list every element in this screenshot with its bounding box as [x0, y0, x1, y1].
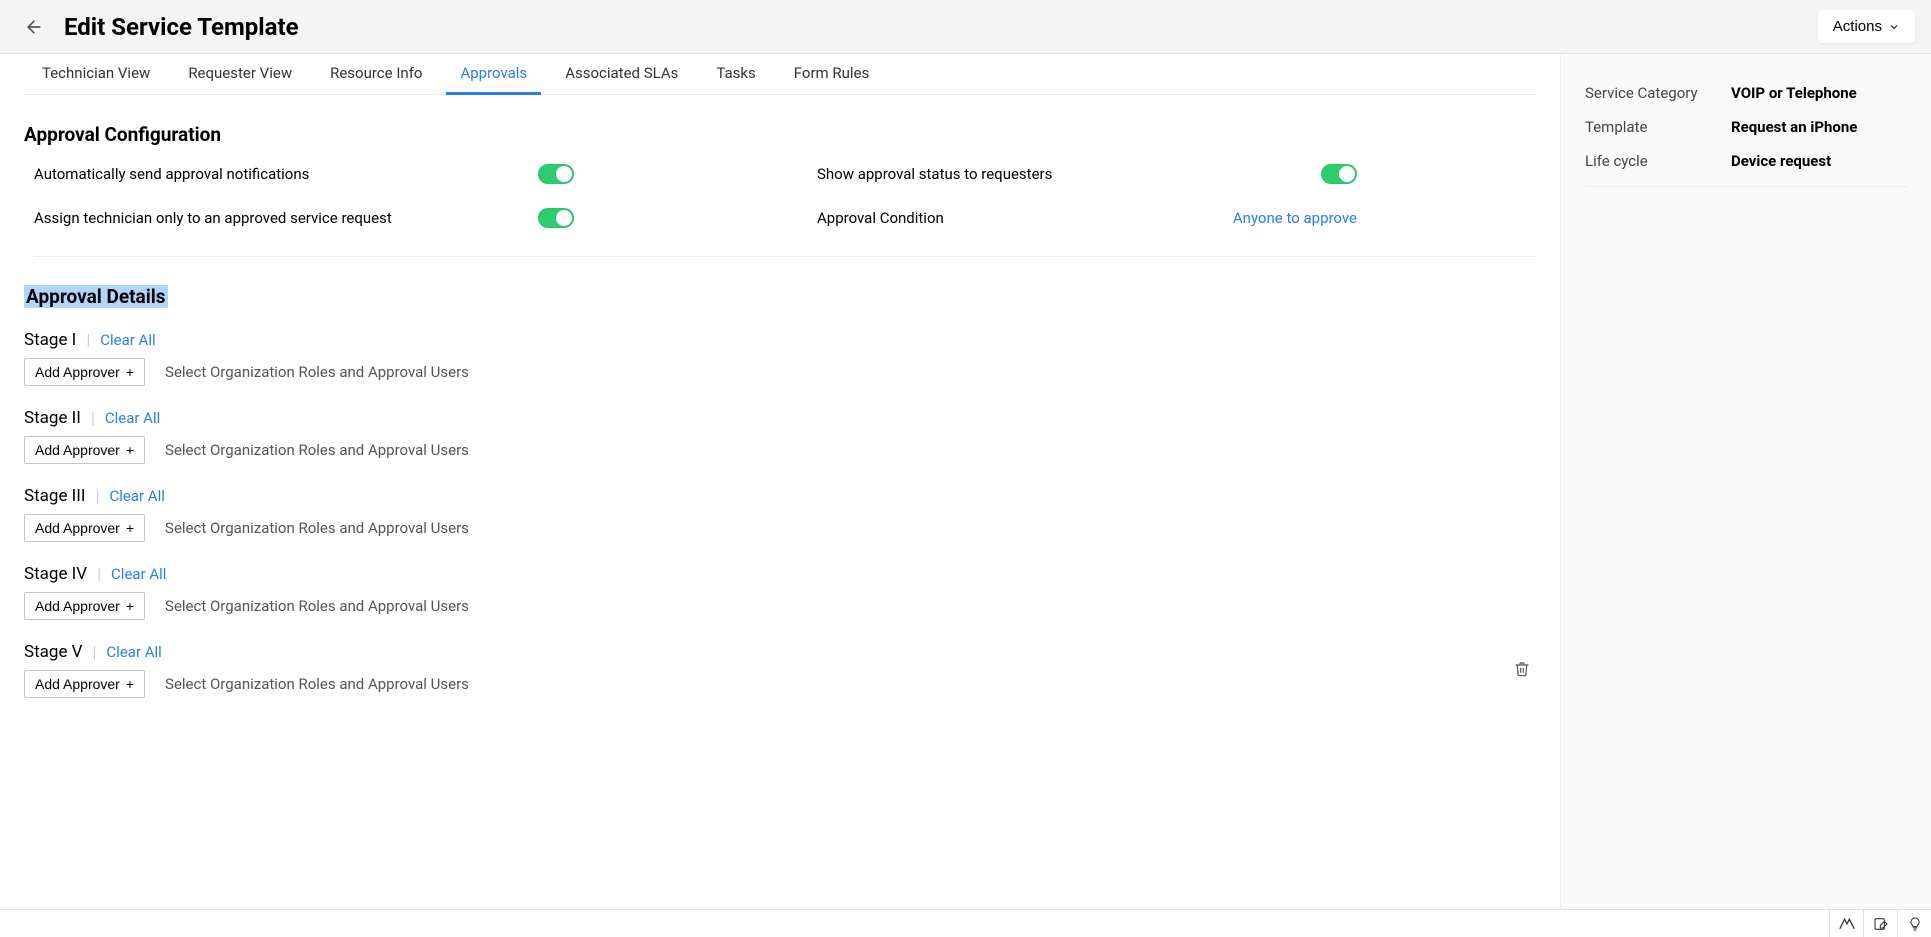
add-approver-label: Add Approver [35, 364, 120, 380]
tab-tasks[interactable]: Tasks [712, 54, 759, 94]
stage-4: Stage IV | Clear All Add Approver + Sele… [24, 564, 1536, 620]
separator: | [91, 408, 95, 427]
tab-associated-slas[interactable]: Associated SLAs [561, 54, 682, 94]
page-title: Edit Service Template [64, 13, 299, 41]
approver-placeholder: Select Organization Roles and Approval U… [165, 597, 469, 615]
clear-all-link[interactable]: Clear All [105, 409, 160, 427]
tab-technician-view[interactable]: Technician View [38, 54, 154, 94]
side-label: Life cycle [1585, 152, 1715, 170]
plus-icon: + [126, 598, 134, 614]
toggle-auto-notify[interactable] [538, 164, 574, 184]
tab-resource-info[interactable]: Resource Info [326, 54, 426, 94]
side-label: Service Category [1585, 84, 1715, 102]
config-label: Show approval status to requesters [817, 165, 1052, 183]
stage-name: Stage III [24, 486, 86, 506]
approver-placeholder: Select Organization Roles and Approval U… [165, 363, 469, 381]
config-row-approval-condition: Approval Condition Anyone to approve [817, 208, 1357, 228]
side-value: Request an iPhone [1731, 118, 1907, 136]
stage-name: Stage II [24, 408, 81, 428]
separator: | [96, 486, 100, 505]
clear-all-link[interactable]: Clear All [109, 487, 164, 505]
layout: Technician View Requester View Resource … [0, 54, 1931, 909]
clear-all-link[interactable]: Clear All [106, 643, 161, 661]
tab-form-rules[interactable]: Form Rules [790, 54, 874, 94]
toggle-assign-tech[interactable] [538, 208, 574, 228]
config-row-show-status: Show approval status to requesters [817, 164, 1357, 184]
separator: | [93, 642, 97, 661]
separator: | [97, 564, 101, 583]
stage-1: Stage I | Clear All Add Approver + Selec… [24, 330, 1536, 386]
main-panel: Technician View Requester View Resource … [0, 54, 1561, 909]
bottom-bar [0, 909, 1931, 937]
approver-placeholder: Select Organization Roles and Approval U… [165, 441, 469, 459]
stage-name: Stage V [24, 642, 83, 662]
approver-placeholder: Select Organization Roles and Approval U… [165, 519, 469, 537]
tab-approvals[interactable]: Approvals [456, 54, 531, 94]
config-label: Approval Condition [817, 209, 944, 227]
stage-2: Stage II | Clear All Add Approver + Sele… [24, 408, 1536, 464]
chevron-down-icon [1888, 21, 1900, 33]
stage-5: Stage V | Clear All Add Approver + Selec… [24, 642, 1536, 698]
stage-3: Stage III | Clear All Add Approver + Sel… [24, 486, 1536, 542]
approval-condition-link[interactable]: Anyone to approve [1233, 209, 1357, 227]
add-approver-button[interactable]: Add Approver + [24, 514, 145, 542]
add-approver-button[interactable]: Add Approver + [24, 358, 145, 386]
plus-icon: + [126, 676, 134, 692]
approval-config-title: Approval Configuration [24, 123, 1536, 146]
tab-requester-view[interactable]: Requester View [184, 54, 296, 94]
toggle-show-status[interactable] [1321, 164, 1357, 184]
zia-button[interactable] [1829, 910, 1863, 937]
approval-details-title: Approval Details [24, 285, 168, 308]
back-button[interactable] [16, 9, 52, 45]
lightbulb-icon [1907, 915, 1923, 933]
add-approver-button[interactable]: Add Approver + [24, 436, 145, 464]
plus-icon: + [126, 520, 134, 536]
add-approver-label: Add Approver [35, 598, 120, 614]
plus-icon: + [126, 364, 134, 380]
top-bar: Edit Service Template Actions [0, 0, 1931, 54]
clear-all-link[interactable]: Clear All [100, 331, 155, 349]
side-info-group: Service Category VOIP or Telephone Templ… [1585, 76, 1907, 187]
config-row-assign-tech: Assign technician only to an approved se… [34, 208, 574, 228]
side-label: Template [1585, 118, 1715, 136]
add-approver-label: Add Approver [35, 676, 120, 692]
approver-placeholder: Select Organization Roles and Approval U… [165, 675, 469, 693]
stage-name: Stage I [24, 330, 76, 350]
add-approver-button[interactable]: Add Approver + [24, 670, 145, 698]
tips-button[interactable] [1897, 910, 1931, 937]
tabs: Technician View Requester View Resource … [24, 54, 1536, 95]
config-label: Automatically send approval notification… [34, 165, 309, 183]
clear-all-link[interactable]: Clear All [111, 565, 166, 583]
plus-icon: + [126, 442, 134, 458]
zia-icon [1837, 916, 1857, 932]
separator: | [86, 330, 90, 349]
side-panel: Service Category VOIP or Telephone Templ… [1561, 54, 1931, 909]
actions-dropdown[interactable]: Actions [1818, 10, 1915, 43]
edit-note-icon [1872, 916, 1890, 932]
delete-stage-button[interactable] [1514, 660, 1530, 682]
config-label: Assign technician only to an approved se… [34, 209, 392, 227]
notes-button[interactable] [1863, 910, 1897, 937]
config-row-auto-notify: Automatically send approval notification… [34, 164, 574, 184]
trash-icon [1514, 660, 1530, 678]
actions-label: Actions [1833, 18, 1882, 35]
config-grid: Automatically send approval notification… [34, 164, 1536, 257]
add-approver-label: Add Approver [35, 442, 120, 458]
stage-name: Stage IV [24, 564, 87, 584]
add-approver-label: Add Approver [35, 520, 120, 536]
arrow-left-icon [24, 17, 44, 37]
side-row-template: Template Request an iPhone [1585, 110, 1907, 144]
add-approver-button[interactable]: Add Approver + [24, 592, 145, 620]
top-left: Edit Service Template [16, 9, 299, 45]
side-row-service-category: Service Category VOIP or Telephone [1585, 76, 1907, 110]
side-value: VOIP or Telephone [1731, 84, 1907, 102]
side-value: Device request [1731, 152, 1907, 170]
side-row-life-cycle: Life cycle Device request [1585, 144, 1907, 178]
